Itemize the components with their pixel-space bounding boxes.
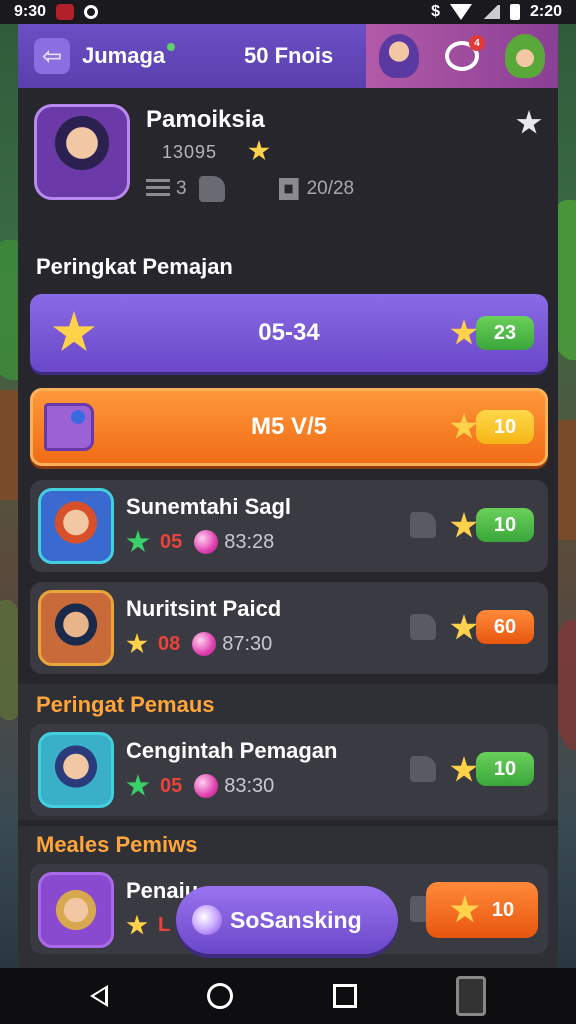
player-rank: 05 — [160, 774, 183, 797]
player-time: 83:30 — [224, 774, 275, 797]
list-icon — [146, 179, 170, 199]
section-title: Peringat Pemaus — [36, 692, 215, 717]
banner-value-pill: 10 — [476, 410, 534, 444]
player-meta: 05 83:28 — [126, 530, 274, 554]
nav-back-icon[interactable] — [89, 985, 108, 1007]
gem-icon — [194, 530, 219, 554]
player-meta: L — [126, 914, 182, 937]
player-meta: 08 87:30 — [126, 632, 272, 656]
arrow-left-icon: ⇦ — [41, 42, 63, 70]
player-card[interactable]: Nuritsint Paicd 08 87:30 60 — [30, 582, 548, 674]
status-bar: 9:30 $ 2:20 — [0, 0, 576, 24]
profile-avatar[interactable] — [34, 104, 130, 200]
star-icon — [450, 512, 478, 538]
fab-label: SoSansking — [230, 906, 362, 933]
star-icon — [450, 895, 480, 923]
bluetooth-icon: $ — [431, 3, 440, 20]
player-name: Sunemtahi Sagl — [126, 494, 292, 519]
navigation-bar — [0, 968, 576, 1024]
player-rank: 05 — [160, 530, 183, 553]
section-title: Meales Pemiws — [36, 832, 198, 857]
back-button[interactable]: ⇦ — [34, 38, 70, 74]
profile-stats: 3 20/28 — [146, 176, 354, 202]
ranking-banner-purple[interactable]: 05-34 23 — [30, 294, 548, 372]
background-hut — [0, 390, 20, 500]
player-avatar — [38, 872, 114, 948]
like-icon[interactable] — [198, 176, 225, 202]
notification-app-icon — [56, 4, 75, 20]
star-icon — [248, 140, 270, 161]
gem-icon — [194, 774, 219, 798]
notification-dot-icon — [84, 5, 99, 19]
player-rank: 08 — [158, 632, 181, 655]
header-actions: 4 — [366, 24, 558, 88]
player-rank: L — [158, 914, 171, 936]
gem-icon — [192, 632, 217, 656]
profile-score: 13095 — [162, 140, 270, 163]
player-value-button[interactable]: 10 — [426, 882, 538, 938]
status-clock: 2:20 — [529, 3, 562, 20]
green-star-icon — [126, 774, 150, 796]
player-time: 83:28 — [224, 530, 275, 553]
profile-avatar-button[interactable] — [505, 34, 545, 78]
player-card[interactable]: Sunemtahi Sagl 05 83:28 10 — [30, 480, 548, 572]
stat-count: 3 — [176, 178, 187, 199]
player-card[interactable]: Cengintah Pemagan 05 83:30 10 — [30, 724, 548, 816]
ranking-banner-orange[interactable]: M5 V/5 10 — [30, 388, 548, 466]
profile-name: Pamoiksia — [146, 106, 265, 133]
floating-action-button[interactable]: SoSansking — [176, 886, 398, 954]
player-value-pill: 60 — [476, 610, 534, 644]
star-icon — [450, 614, 478, 640]
app-panel: ⇦ Jumaga 50 Fnois 4 Pamoiksia 13095 3 20… — [18, 24, 558, 968]
chat-button[interactable]: 4 — [445, 35, 485, 71]
wifi-icon — [449, 4, 472, 20]
like-icon[interactable] — [410, 512, 436, 538]
star-icon — [450, 756, 478, 782]
app-header: ⇦ Jumaga 50 Fnois 4 — [18, 24, 558, 88]
player-avatar — [38, 488, 114, 564]
nav-home-icon[interactable] — [207, 983, 234, 1009]
signal-icon — [481, 5, 500, 19]
player-avatar — [38, 732, 114, 808]
player-avatar — [38, 590, 114, 666]
app-title: Jumaga — [82, 43, 176, 69]
online-dot-icon — [167, 43, 176, 51]
player-meta: 05 83:30 — [126, 774, 274, 798]
player-value-pill: 10 — [476, 752, 534, 786]
chat-badge: 4 — [469, 35, 485, 51]
nav-extra-icon[interactable] — [456, 976, 487, 1016]
status-time: 9:30 — [14, 3, 47, 20]
like-icon[interactable] — [410, 756, 436, 782]
player-value-pill: 10 — [476, 508, 534, 542]
green-star-icon — [126, 530, 150, 552]
like-icon[interactable] — [410, 614, 436, 640]
friend-avatar-button[interactable] — [379, 34, 419, 78]
feather-icon — [192, 905, 222, 935]
player-name: Cengintah Pemagan — [126, 738, 338, 763]
star-icon — [126, 914, 148, 935]
banner-value-pill: 23 — [476, 316, 534, 350]
document-icon — [278, 178, 299, 200]
stat-progress: 20/28 — [306, 178, 355, 199]
points-counter: 50 Fnois — [244, 43, 334, 68]
ranking-section-title: Peringkat Pemajan — [36, 254, 233, 279]
player-time: 87:30 — [222, 632, 273, 655]
favorite-star-button[interactable] — [516, 110, 542, 134]
player-name: Nuritsint Paicd — [126, 596, 282, 621]
profile-card: Pamoiksia 13095 3 20/28 — [18, 88, 558, 238]
nav-recents-icon[interactable] — [332, 984, 357, 1008]
background-hut — [556, 420, 576, 540]
battery-icon — [509, 4, 520, 20]
star-icon — [126, 633, 148, 654]
